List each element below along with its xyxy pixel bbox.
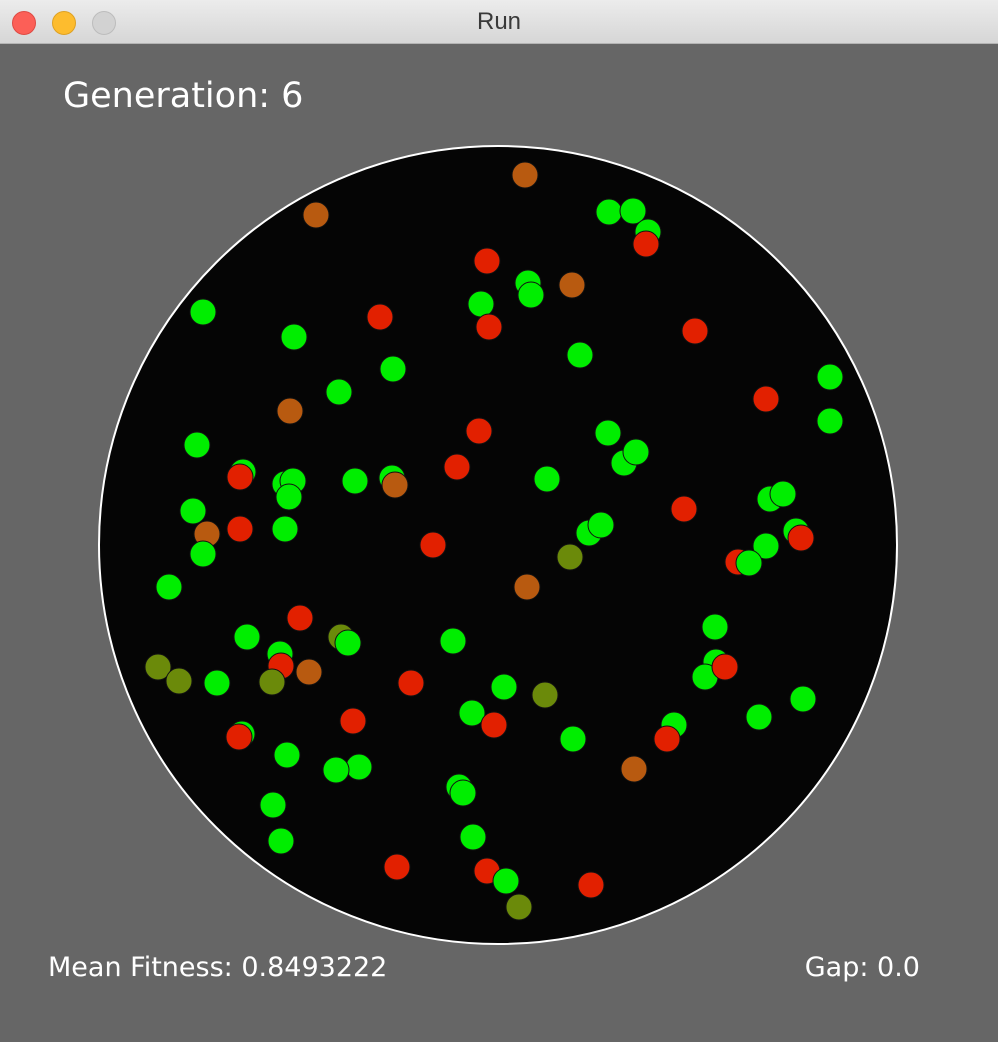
agent-green bbox=[189, 540, 217, 568]
agent-green bbox=[203, 669, 231, 697]
agent-green bbox=[233, 623, 261, 651]
mean-fitness-label: Mean Fitness: 0.8493222 bbox=[48, 952, 387, 983]
agent-red bbox=[653, 725, 681, 753]
agent-green bbox=[334, 629, 362, 657]
agent-green bbox=[490, 673, 518, 701]
agent-green bbox=[273, 741, 301, 769]
gap-label: Gap: 0.0 bbox=[805, 952, 920, 983]
agent-green bbox=[566, 341, 594, 369]
agent-red bbox=[366, 303, 394, 331]
agent-green bbox=[559, 725, 587, 753]
agent-red bbox=[632, 230, 660, 258]
agent-green bbox=[459, 823, 487, 851]
agent-olive bbox=[505, 893, 533, 921]
agent-orange bbox=[276, 397, 304, 425]
agent-green bbox=[155, 573, 183, 601]
generation-text: Generation: bbox=[63, 76, 282, 116]
agent-green bbox=[345, 753, 373, 781]
agent-red bbox=[711, 653, 739, 681]
agent-green bbox=[745, 703, 773, 731]
agent-green bbox=[594, 419, 622, 447]
agent-green bbox=[259, 791, 287, 819]
window-title: Run bbox=[476, 8, 522, 35]
agent-orange bbox=[511, 161, 539, 189]
agent-orange bbox=[295, 658, 323, 686]
agent-olive bbox=[258, 668, 286, 696]
agent-olive bbox=[531, 681, 559, 709]
agent-green bbox=[325, 378, 353, 406]
agent-green bbox=[439, 627, 467, 655]
agent-green bbox=[622, 438, 650, 466]
agent-green bbox=[189, 298, 217, 326]
agent-red bbox=[480, 711, 508, 739]
agent-red bbox=[670, 495, 698, 523]
agent-red bbox=[475, 313, 503, 341]
gap-value: 0.0 bbox=[877, 952, 920, 983]
generation-value: 6 bbox=[281, 76, 304, 116]
agent-green bbox=[789, 685, 817, 713]
agent-green bbox=[267, 827, 295, 855]
agent-green bbox=[179, 497, 207, 525]
agent-red bbox=[419, 531, 447, 559]
arena-view bbox=[98, 145, 898, 945]
agent-green bbox=[533, 465, 561, 493]
agent-green bbox=[467, 290, 495, 318]
agent-olive bbox=[556, 543, 584, 571]
agent-red bbox=[443, 453, 471, 481]
title-bar[interactable]: Run bbox=[0, 0, 998, 44]
agent-green bbox=[816, 363, 844, 391]
agent-red bbox=[226, 515, 254, 543]
agent-green bbox=[322, 756, 350, 784]
agent-orange bbox=[381, 471, 409, 499]
agent-red bbox=[383, 853, 411, 881]
agent-red bbox=[577, 871, 605, 899]
agent-green bbox=[275, 483, 303, 511]
agent-green bbox=[816, 407, 844, 435]
agent-green bbox=[341, 467, 369, 495]
agent-red bbox=[473, 247, 501, 275]
agent-red bbox=[286, 604, 314, 632]
agent-green bbox=[769, 480, 797, 508]
agent-green bbox=[449, 779, 477, 807]
agent-green bbox=[183, 431, 211, 459]
agent-red bbox=[339, 707, 367, 735]
agent-green bbox=[517, 281, 545, 309]
agent-red bbox=[225, 723, 253, 751]
agent-orange bbox=[513, 573, 541, 601]
gap-text: Gap: bbox=[804, 952, 878, 983]
agent-orange bbox=[558, 271, 586, 299]
agent-olive bbox=[165, 667, 193, 695]
app-window: Run Generation: 6 Mean Fitness: 0.849322… bbox=[0, 0, 998, 1042]
agent-orange bbox=[302, 201, 330, 229]
agent-green bbox=[701, 613, 729, 641]
agent-green bbox=[587, 511, 615, 539]
agent-green bbox=[595, 198, 623, 226]
agent-green bbox=[735, 549, 763, 577]
agent-red bbox=[787, 524, 815, 552]
agent-green bbox=[280, 323, 308, 351]
agent-green bbox=[379, 355, 407, 383]
agent-green bbox=[271, 515, 299, 543]
simulation-canvas: Generation: 6 Mean Fitness: 0.8493222 Ga… bbox=[0, 44, 998, 1042]
mean-fitness-value: 0.8493222 bbox=[241, 952, 388, 983]
agent-red bbox=[465, 417, 493, 445]
generation-label: Generation: 6 bbox=[63, 76, 303, 116]
agent-red bbox=[752, 385, 780, 413]
agent-red bbox=[397, 669, 425, 697]
agent-red bbox=[681, 317, 709, 345]
agent-green bbox=[492, 867, 520, 895]
agent-orange bbox=[620, 755, 648, 783]
agent-red bbox=[226, 463, 254, 491]
mean-fitness-text: Mean Fitness: bbox=[48, 952, 242, 983]
